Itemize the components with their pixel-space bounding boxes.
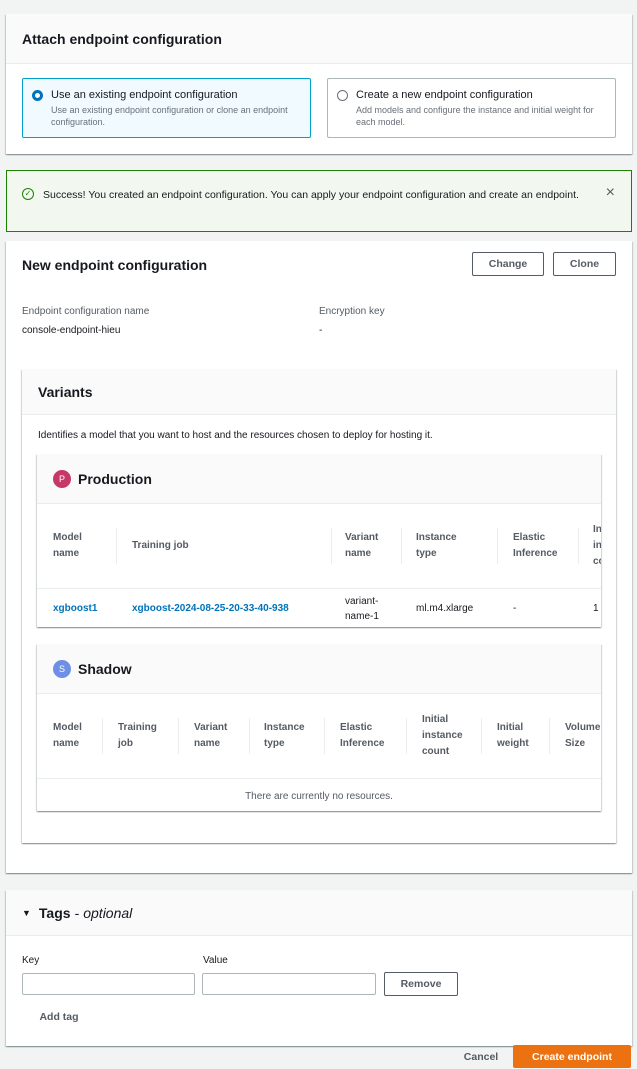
row-divider <box>37 588 601 589</box>
col-initial-instance-count[interactable]: In in cc <box>593 522 601 570</box>
variants-panel: Variants Identifies a model that you wan… <box>22 369 616 843</box>
create-endpoint-button[interactable]: Create endpoint <box>513 1045 631 1068</box>
attach-config-panel: Attach endpoint configuration Use an exi… <box>6 14 632 154</box>
col-model-name[interactable]: Model name <box>53 530 103 562</box>
empty-state-message: There are currently no resources. <box>245 791 393 802</box>
col-initial-weight[interactable]: Initial weight <box>497 720 542 752</box>
create-new-option[interactable]: Create a new endpoint configuration Add … <box>327 78 616 138</box>
col-partial-2: in <box>593 540 601 551</box>
col-divider <box>578 528 579 564</box>
tags-panel: ▼ Tags - optional Key Value Remove Add t… <box>6 890 632 1046</box>
col-divider <box>406 718 407 754</box>
success-alert: ✓ Success! You created an endpoint confi… <box>6 170 632 232</box>
tag-value-input[interactable] <box>202 973 376 995</box>
radio-selected-icon[interactable] <box>32 90 43 101</box>
col-elastic-inference[interactable]: Elastic Inference <box>513 530 568 562</box>
config-name-value: console-endpoint-hieu <box>22 325 121 336</box>
option-desc: Use an existing endpoint configuration o… <box>51 105 288 127</box>
new-endpoint-config-panel: New endpoint configuration Change Clone … <box>6 241 632 873</box>
tag-key-input[interactable] <box>22 973 195 995</box>
production-badge-icon: P <box>53 469 71 488</box>
col-initial-instance-count[interactable]: Initial instance count <box>422 712 470 760</box>
use-existing-option[interactable]: Use an existing endpoint configuration U… <box>22 78 311 138</box>
col-partial-1: In <box>593 524 601 535</box>
training-job-link[interactable]: xgboost-2024-08-25-20-33-40-938 <box>132 601 289 616</box>
col-instance-type[interactable]: Instance type <box>416 530 471 562</box>
col-partial-3: cc <box>593 556 601 567</box>
col-model-name[interactable]: Model name <box>53 720 93 752</box>
col-divider <box>102 718 103 754</box>
success-check-icon: ✓ <box>22 188 34 200</box>
variants-title: Variants <box>22 369 616 415</box>
row-divider <box>37 778 601 779</box>
close-icon[interactable]: × <box>606 184 615 202</box>
tags-optional: optional <box>83 904 133 921</box>
success-message: Success! You created an endpoint configu… <box>43 189 579 201</box>
col-divider <box>481 718 482 754</box>
shadow-badge-icon: S <box>53 659 71 678</box>
variants-description: Identifies a model that you want to host… <box>38 430 433 441</box>
encryption-key-label: Encryption key <box>319 306 385 317</box>
encryption-key-value: - <box>319 325 323 336</box>
col-divider <box>497 528 498 564</box>
option-title: Create a new endpoint configuration <box>356 89 533 101</box>
option-desc: Add models and configure the instance an… <box>356 105 594 127</box>
shadow-panel: S Shadow Model name Training job Variant… <box>37 644 601 811</box>
col-elastic-inference[interactable]: Elastic Inference <box>340 720 395 752</box>
option-title: Use an existing endpoint configuration <box>51 89 238 101</box>
tags-title-separator: - <box>74 904 80 921</box>
remove-tag-button[interactable]: Remove <box>384 972 458 996</box>
elastic-inference-cell: - <box>513 603 517 614</box>
col-divider <box>331 528 332 564</box>
instance-type-cell: ml.m4.xlarge <box>416 603 474 614</box>
col-training-job[interactable]: Training job <box>118 720 168 752</box>
col-divider <box>401 528 402 564</box>
variant-name-cell: variant-name-1 <box>345 596 379 622</box>
clone-button[interactable]: Clone <box>553 252 616 276</box>
col-divider <box>549 718 550 754</box>
col-divider <box>249 718 250 754</box>
add-tag-button[interactable]: Add tag <box>22 1005 96 1029</box>
cancel-button[interactable]: Cancel <box>456 1048 506 1066</box>
caret-down-icon[interactable]: ▼ <box>22 908 31 918</box>
config-name-label: Endpoint configuration name <box>22 306 150 317</box>
col-training-job[interactable]: Training job <box>132 538 189 554</box>
change-button[interactable]: Change <box>472 252 544 276</box>
production-title: Production <box>78 470 152 487</box>
config-title: New endpoint configuration <box>22 257 208 273</box>
attach-config-title: Attach endpoint configuration <box>6 14 632 64</box>
instance-count-cell: 1 <box>593 603 599 614</box>
col-divider <box>324 718 325 754</box>
col-instance-type[interactable]: Instance type <box>264 720 314 752</box>
production-panel: P Production Model name Training job Var… <box>37 454 601 627</box>
col-divider <box>178 718 179 754</box>
col-variant-name[interactable]: Variant name <box>345 530 395 562</box>
tags-header[interactable]: ▼ Tags - optional <box>6 890 632 936</box>
col-variant-name[interactable]: Variant name <box>194 720 239 752</box>
tag-value-label: Value <box>203 955 228 966</box>
shadow-header: S Shadow <box>37 644 601 694</box>
col-volume-size[interactable]: Volume Size <box>565 720 601 752</box>
tags-title: Tags <box>38 904 71 921</box>
radio-unselected-icon[interactable] <box>337 90 348 101</box>
model-name-link[interactable]: xgboost1 <box>53 601 97 616</box>
tag-key-label: Key <box>22 955 40 966</box>
shadow-title: Shadow <box>78 660 132 677</box>
production-header: P Production <box>37 454 601 504</box>
col-divider <box>116 528 117 564</box>
